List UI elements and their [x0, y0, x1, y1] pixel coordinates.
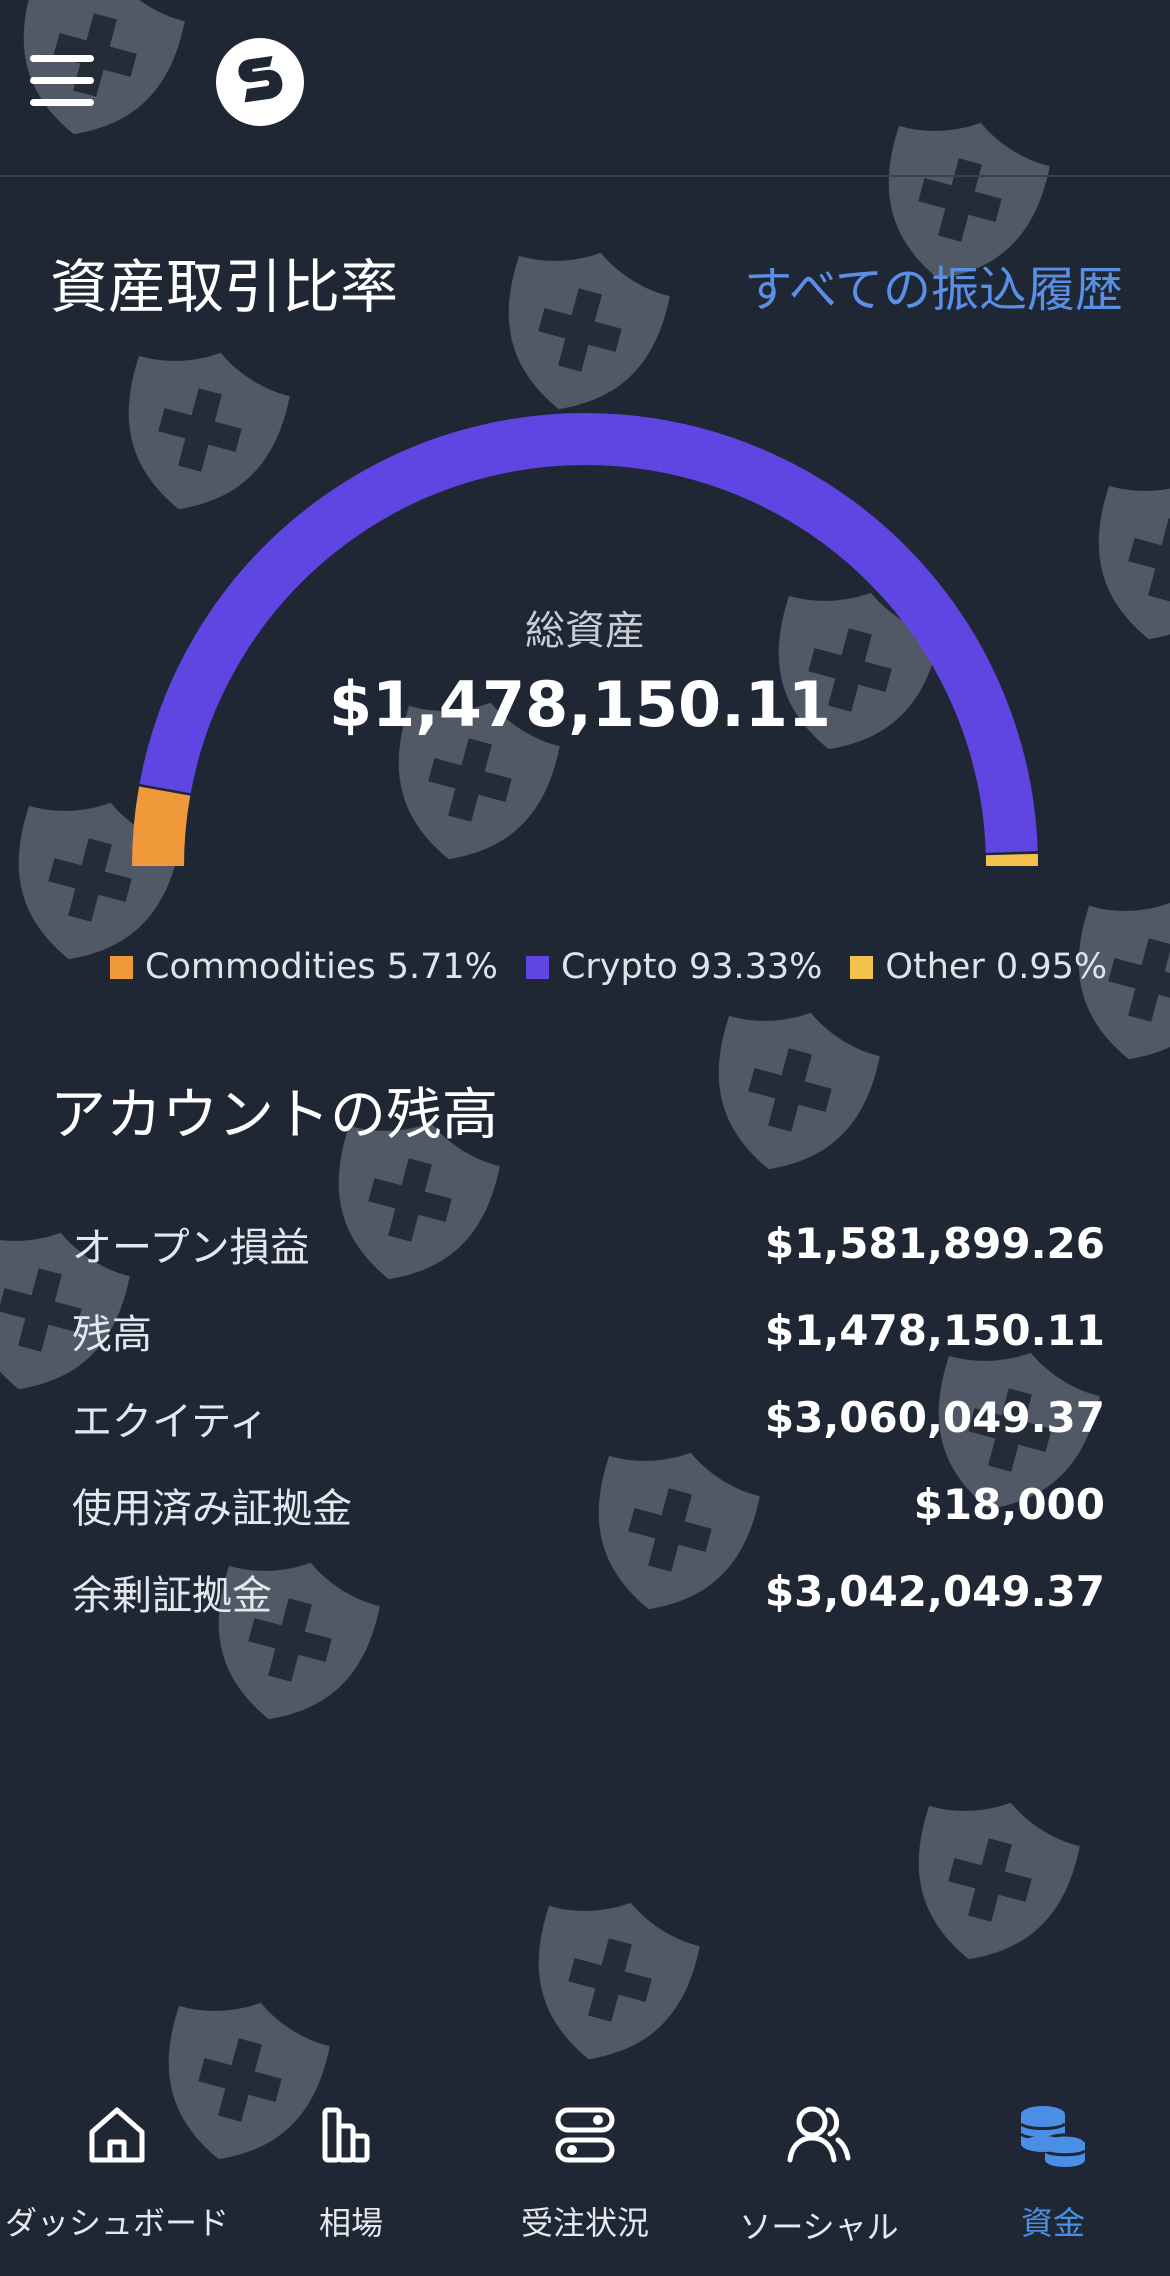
bottom-tab-bar: ダッシュボード 相場 受注状況 ソーシャル 資金	[0, 2090, 1170, 2276]
total-assets-label: 総資産	[525, 608, 645, 654]
legend-item-crypto: Crypto 93.33%	[525, 947, 823, 987]
legend-swatch	[525, 955, 549, 979]
app-logo-icon[interactable]	[214, 36, 306, 128]
tab-dashboard[interactable]: ダッシュボード	[0, 2090, 234, 2276]
legend-swatch	[110, 955, 133, 979]
tab-label: 受注状況	[520, 2204, 649, 2242]
balance-row-label: 残高	[72, 1311, 152, 1358]
balance-row-equity: エクイティ $3,060,049.37	[72, 1374, 1105, 1461]
tab-label: ソーシャル	[739, 2208, 899, 2246]
top-header	[0, 0, 1170, 177]
chart-legend: Commodities 5.71% Crypto 93.33% Other 0.…	[110, 942, 1135, 992]
account-balance-list: オープン損益 $1,581,899.26 残高 $1,478,150.11 エク…	[72, 1200, 1105, 1635]
legend-item-other: Other 0.95%	[850, 947, 1107, 987]
all-transfer-history-link[interactable]: すべての振込履歴	[744, 250, 1123, 320]
balance-row-label: オープン損益	[72, 1224, 310, 1271]
tab-label: 資金	[1020, 2204, 1085, 2242]
gauge-slice-commodities	[132, 786, 191, 867]
hamburger-icon[interactable]	[30, 55, 94, 107]
tab-label: ダッシュボード	[4, 2204, 229, 2242]
balance-row-value: $18,000	[913, 1480, 1105, 1529]
balance-row-label: 使用済み証拠金	[72, 1485, 352, 1532]
legend-label: Other 0.95%	[885, 947, 1108, 987]
legend-swatch	[850, 955, 874, 979]
account-balance-title: アカウントの残高	[50, 1083, 498, 1148]
legend-label: Crypto 93.33%	[560, 947, 823, 987]
users-icon	[787, 2106, 851, 2163]
tab-market[interactable]: 相場	[234, 2090, 468, 2276]
balance-row-balance: 残高 $1,478,150.11	[72, 1287, 1105, 1374]
balance-row-value: $1,478,150.11	[764, 1306, 1105, 1355]
legend-item-commodities: Commodities 5.71%	[110, 947, 498, 987]
tab-funds[interactable]: 資金	[936, 2090, 1170, 2276]
balance-row-open-pnl: オープン損益 $1,581,899.26	[72, 1200, 1105, 1287]
balance-row-value: $1,581,899.26	[764, 1219, 1105, 1268]
tab-label: 相場	[318, 2204, 383, 2242]
balance-row-value: $3,042,049.37	[764, 1567, 1105, 1616]
balance-row-free-margin: 余剰証拠金 $3,042,049.37	[72, 1548, 1105, 1635]
balance-row-value: $3,060,049.37	[764, 1393, 1105, 1442]
bar-chart-icon	[322, 2107, 370, 2163]
asset-ratio-title: 資産取引比率	[50, 253, 399, 321]
balance-row-label: エクイティ	[72, 1398, 269, 1445]
total-assets-value: $1,478,150.11	[328, 668, 832, 741]
balance-row-used-margin: 使用済み証拠金 $18,000	[72, 1461, 1105, 1548]
legend-label: Commodities 5.71%	[145, 947, 498, 987]
coins-icon	[1019, 2106, 1087, 2167]
toggle-orders-icon	[555, 2107, 615, 2163]
tab-social[interactable]: ソーシャル	[702, 2090, 936, 2276]
tab-orders[interactable]: 受注状況	[468, 2090, 702, 2276]
home-icon	[89, 2107, 145, 2163]
balance-row-label: 余剰証拠金	[72, 1572, 272, 1619]
